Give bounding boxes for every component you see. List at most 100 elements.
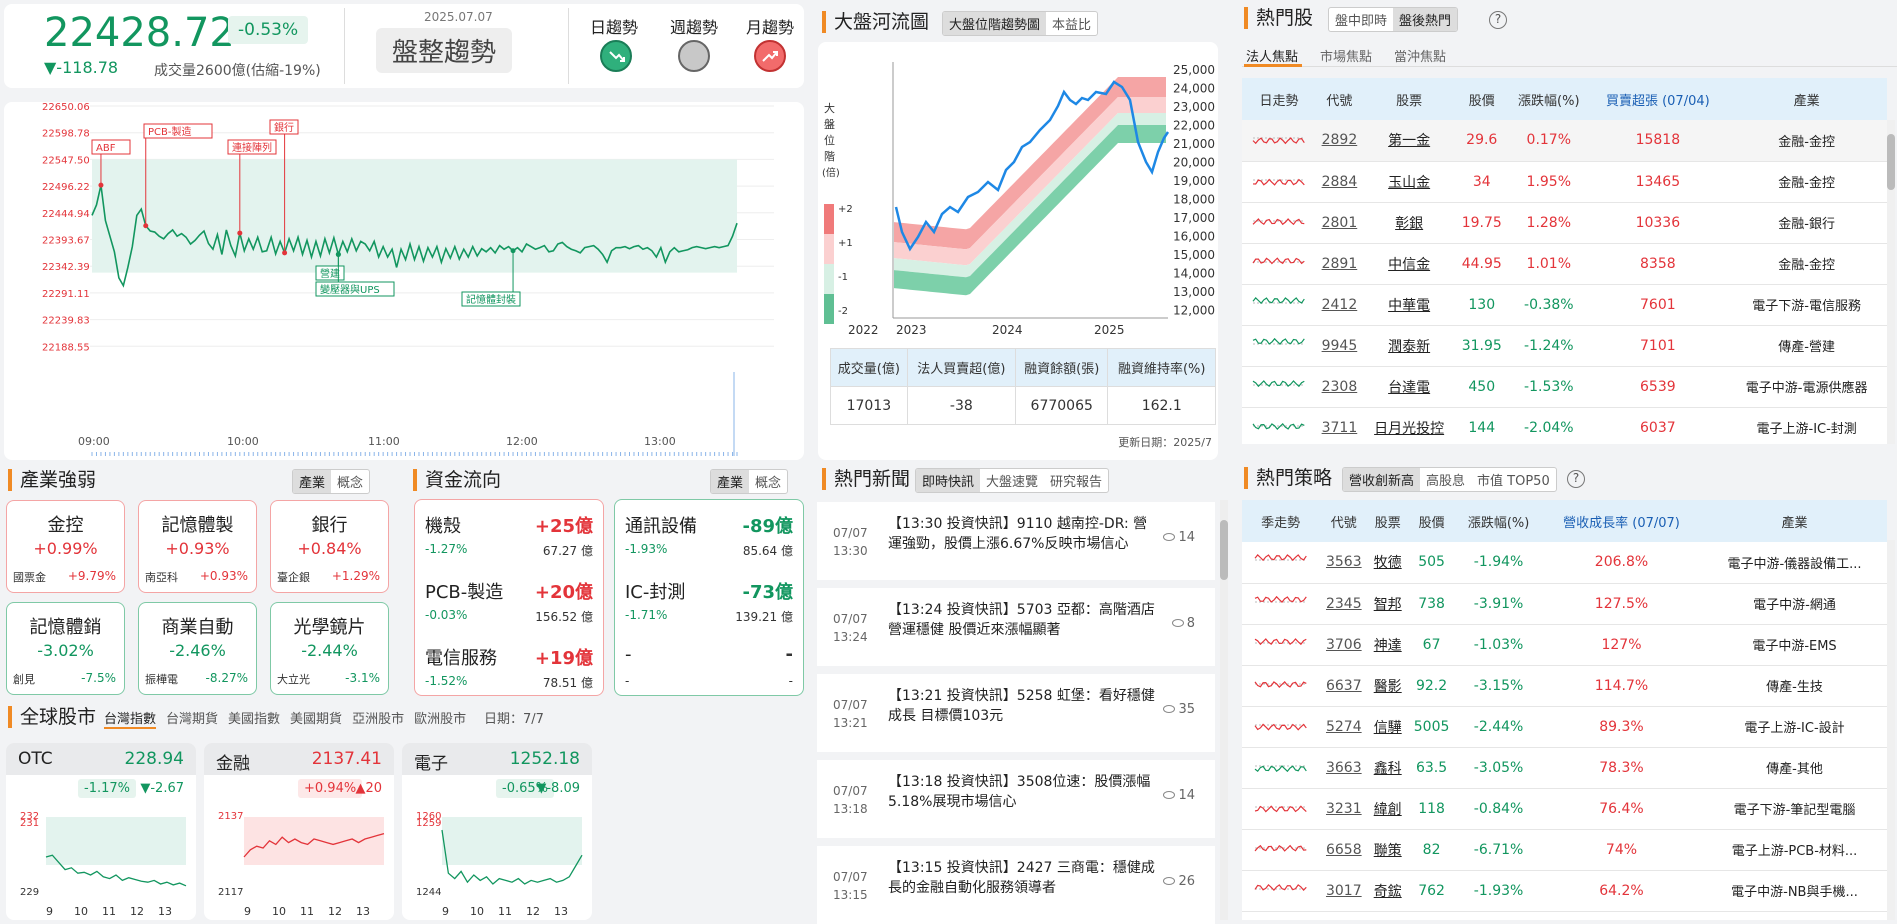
- table-row[interactable]: 3231 緯創 118 -0.84% 76.4% 電子下游-筆記型電腦: [1242, 788, 1887, 830]
- stock-name[interactable]: 奇鋐: [1368, 870, 1407, 912]
- table-row[interactable]: 6658 聯策 82 -6.71% 74% 電子上游-PCB-材料...: [1242, 829, 1887, 871]
- global-tab[interactable]: 台灣指數: [104, 708, 157, 729]
- global-tab[interactable]: 美國期貨: [290, 708, 342, 729]
- help-icon[interactable]: ?: [1489, 11, 1507, 29]
- stock-name[interactable]: 聯策: [1368, 829, 1407, 871]
- flow-row[interactable]: 通訊設備 -89億 -1.93% 85.64 億: [625, 508, 793, 568]
- flow-concept-tab[interactable]: 概念: [749, 470, 787, 493]
- stock-name[interactable]: 中信金: [1362, 243, 1456, 285]
- table-header[interactable]: 漲跌幅(%): [1456, 500, 1541, 542]
- flow-row[interactable]: PCB-製造 +20億 -0.03% 156.52 億: [425, 574, 593, 634]
- table-row[interactable]: 9945 潤泰新 31.95 -1.24% 7101 傳產-營建: [1242, 325, 1887, 367]
- stock-code[interactable]: 2412: [1315, 284, 1363, 326]
- news-toggle[interactable]: 即時快訊 大盤速覽 研究報告: [915, 468, 1110, 493]
- table-row[interactable]: 2801 彰銀 19.75 1.28% 10336 金融-銀行: [1242, 202, 1887, 244]
- stock-name[interactable]: 中華電: [1362, 284, 1456, 326]
- stock-name[interactable]: 信驊: [1368, 706, 1407, 748]
- industry-card[interactable]: 光學鏡片 -2.44% 大立光 -3.1%: [270, 602, 389, 695]
- table-header[interactable]: 漲跌幅(%): [1508, 78, 1590, 120]
- news-item[interactable]: 07/07 13:24 【13:24 投資快訊】5703 亞都：高階酒店營運穩健 股…: [817, 588, 1215, 666]
- strategy-toggle[interactable]: 營收創新高 高股息 市值 TOP50: [1342, 467, 1557, 492]
- hot-subtab[interactable]: 市場焦點: [1320, 46, 1372, 65]
- table-row[interactable]: 3711 日月光投控 144 -2.04% 6037 電子上游-IC-封測: [1242, 407, 1887, 444]
- global-tab[interactable]: 亞洲股市: [352, 708, 404, 729]
- strategy-revenue-high-tab[interactable]: 營收創新高: [1343, 468, 1421, 491]
- news-market-tab[interactable]: 大盤速覽: [980, 469, 1044, 492]
- hot-subtabs[interactable]: 法人焦點 市場焦點 當沖焦點: [1246, 46, 1446, 65]
- news-title[interactable]: 【13:21 投資快訊】5258 虹堡：看好穩健成長 目標價103元: [888, 686, 1158, 726]
- flow-row[interactable]: 機殼 +25億 -1.27% 67.27 億: [425, 508, 593, 568]
- global-tab[interactable]: 歐洲股市: [414, 708, 466, 729]
- global-index-card[interactable]: OTC 228.94 -1.17% ▼-2.67 232 231 229 9 10 11 12 13: [6, 743, 196, 920]
- stock-name[interactable]: 台達電: [1362, 366, 1456, 408]
- news-item[interactable]: 07/07 13:21 【13:21 投資快訊】5258 虹堡：看好穩健成長 目標價…: [817, 674, 1215, 752]
- global-tab[interactable]: 美國指數: [228, 708, 280, 729]
- day-trend-down-icon[interactable]: [600, 40, 632, 72]
- strategy-top50-tab[interactable]: 市值 TOP50: [1471, 468, 1556, 491]
- hot-afterhours-tab[interactable]: 盤後熱門: [1393, 8, 1458, 31]
- stock-code[interactable]: 6637: [1319, 665, 1369, 707]
- intraday-chart[interactable]: 22650.06 22598.78 22547.50 22496.22 22444.94…: [4, 102, 804, 460]
- table-row[interactable]: 3663 鑫科 63.5 -3.05% 78.3% 傳產-其他: [1242, 747, 1887, 789]
- table-header[interactable]: 營收成長率 (07/07): [1540, 500, 1702, 542]
- stock-name[interactable]: 日月光投控: [1362, 407, 1456, 444]
- table-row[interactable]: 3017 奇鋐 762 -1.93% 64.2% 電子中游-NB與手機...: [1242, 870, 1887, 912]
- stock-code[interactable]: 3017: [1319, 870, 1369, 912]
- stock-code[interactable]: 5274: [1319, 706, 1369, 748]
- stock-name[interactable]: 神達: [1368, 624, 1407, 666]
- industry-card[interactable]: 銀行 +0.84% 臺企銀 +1.29%: [270, 500, 389, 593]
- concept-tab[interactable]: 概念: [331, 470, 369, 493]
- table-header[interactable]: 股價: [1407, 500, 1457, 542]
- news-title[interactable]: 【13:15 投資快訊】2427 三商電：穩健成長的金融自動化服務領導者: [888, 858, 1158, 898]
- global-index-card[interactable]: 電子 1252.18 -0.65% ▼-8.09 1260 1259 1244 9 10 11 12…: [402, 743, 592, 920]
- flow-toggle[interactable]: 產業 概念: [710, 469, 789, 494]
- news-title[interactable]: 【13:30 投資快訊】9110 越南控-DR: 營運強勁，股價上漲6.67%反…: [888, 514, 1158, 554]
- news-research-tab[interactable]: 研究報告: [1044, 469, 1108, 492]
- table-row[interactable]: 3563 牧德 505 -1.94% 206.8% 電子中游-儀器設備工...: [1242, 542, 1887, 584]
- stock-code[interactable]: 2884: [1315, 161, 1363, 203]
- stock-code[interactable]: 3563: [1319, 542, 1369, 584]
- stock-name[interactable]: 鑫科: [1368, 747, 1407, 789]
- flow-industry-tab[interactable]: 產業: [711, 470, 750, 493]
- hot-subtab[interactable]: 當沖焦點: [1394, 46, 1446, 65]
- news-item[interactable]: 07/07 13:30 【13:30 投資快訊】9110 越南控-DR: 營運強勁，…: [817, 502, 1215, 580]
- table-header[interactable]: 買賣超張 (07/04): [1589, 78, 1727, 120]
- news-scrollbar[interactable]: [1220, 500, 1228, 920]
- strategy-dividend-tab[interactable]: 高股息: [1420, 468, 1471, 491]
- hot-scrollbar[interactable]: [1887, 120, 1895, 444]
- hot-toggle[interactable]: 盤中即時 盤後熱門: [1328, 7, 1459, 32]
- global-index-card[interactable]: 金融 2137.41 +0.94% ▲20 2137 2117 9 10 11 12 13: [204, 743, 394, 920]
- global-tab[interactable]: 台灣期貨: [166, 708, 218, 729]
- table-row[interactable]: 5274 信驊 5005 -2.44% 89.3% 電子上游-IC-設計: [1242, 706, 1887, 748]
- flow-row[interactable]: - - - -: [625, 640, 793, 700]
- hot-intraday-tab[interactable]: 盤中即時: [1329, 8, 1393, 31]
- stock-name[interactable]: 第一金: [1362, 120, 1456, 162]
- flow-row[interactable]: IC-封測 -73億 -1.71% 139.21 億: [625, 574, 793, 634]
- table-row[interactable]: 2345 智邦 738 -3.91% 127.5% 電子中游-網通: [1242, 583, 1887, 625]
- stock-name[interactable]: 牧德: [1368, 542, 1407, 584]
- stock-code[interactable]: 2891: [1315, 243, 1363, 285]
- global-tabs[interactable]: 台灣指數 台灣期貨 美國指數 美國期貨 亞洲股市 歐洲股市: [104, 708, 466, 729]
- industry-toggle[interactable]: 產業 概念: [292, 469, 371, 494]
- industry-card[interactable]: 記憶體銷 -3.02% 創見 -7.5%: [6, 602, 125, 695]
- news-realtime-tab[interactable]: 即時快訊: [916, 469, 981, 492]
- stock-name[interactable]: 智邦: [1368, 583, 1407, 625]
- news-title[interactable]: 【13:18 投資快訊】3508位速：股價漲幅5.18%展現市場信心: [888, 772, 1158, 812]
- industry-card[interactable]: 商業自動 -2.46% 振樺電 -8.27%: [138, 602, 257, 695]
- stock-code[interactable]: 2308: [1315, 366, 1363, 408]
- stock-name[interactable]: 醫影: [1368, 665, 1407, 707]
- week-trend-neutral-icon[interactable]: [678, 40, 710, 72]
- table-row[interactable]: 2308 台達電 450 -1.53% 6539 電子中游-電源供應器: [1242, 366, 1887, 408]
- stock-code[interactable]: 2345: [1319, 583, 1369, 625]
- table-header[interactable]: 產業: [1726, 78, 1887, 120]
- stock-code[interactable]: 3231: [1319, 788, 1369, 830]
- stock-code[interactable]: 2801: [1315, 202, 1363, 244]
- stock-name[interactable]: 彰銀: [1362, 202, 1456, 244]
- industry-card[interactable]: 金控 +0.99% 國票金 +9.79%: [6, 500, 125, 593]
- table-row[interactable]: 2892 第一金 29.6 0.17% 15818 金融-金控: [1242, 120, 1887, 162]
- table-header[interactable]: 股價: [1455, 78, 1509, 120]
- stock-code[interactable]: 6658: [1319, 829, 1369, 871]
- table-row[interactable]: 2891 中信金 44.95 1.01% 8358 金融-金控: [1242, 243, 1887, 285]
- flow-row[interactable]: 電信服務 +19億 -1.52% 78.51 億: [425, 640, 593, 700]
- stock-code[interactable]: 2892: [1315, 120, 1363, 162]
